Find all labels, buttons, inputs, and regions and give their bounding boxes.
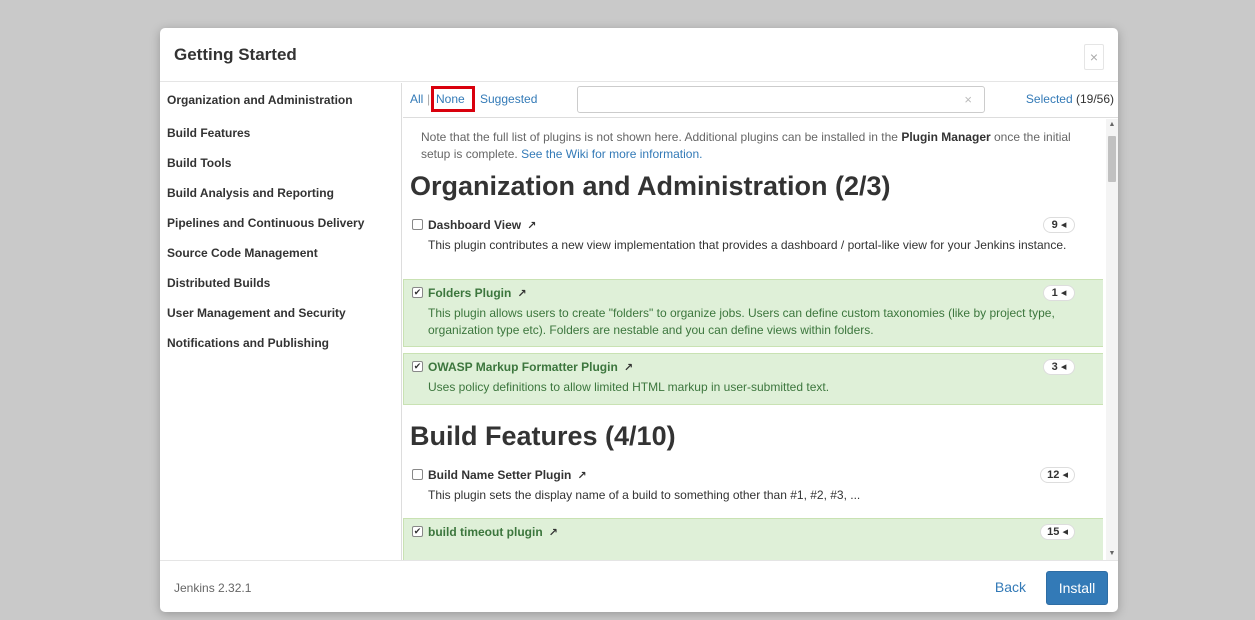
external-link-icon[interactable]: ↗: [577, 470, 586, 482]
plugin-checkbox[interactable]: [412, 219, 423, 230]
plugin-checkbox[interactable]: ✔: [412, 287, 423, 298]
dependency-badge[interactable]: 15 ◂: [1040, 524, 1075, 540]
dependency-badge[interactable]: 3 ◂: [1043, 359, 1075, 375]
filter-none-link[interactable]: None: [436, 92, 465, 106]
plugin-name[interactable]: Build Name Setter Plugin ↗: [428, 468, 587, 482]
plugin-note: Note that the full list of plugins is no…: [421, 129, 1091, 163]
filter-suggested-link[interactable]: Suggested: [480, 92, 537, 106]
external-link-icon[interactable]: ↗: [517, 288, 526, 300]
sidebar-item-distributed-builds[interactable]: Distributed Builds: [160, 268, 401, 298]
plugin-list-panel: All | None Suggested × Selected (19/56) …: [403, 83, 1118, 560]
external-link-icon[interactable]: ↗: [549, 527, 558, 539]
plugin-description: This plugin contributes a new view imple…: [428, 238, 1067, 252]
plugin-description: This plugin allows users to create "fold…: [428, 306, 1055, 337]
sidebar-item-source-code[interactable]: Source Code Management: [160, 238, 401, 268]
sidebar-item-build-tools[interactable]: Build Tools: [160, 148, 401, 178]
plugin-description: This plugin sets the display name of a b…: [428, 488, 861, 502]
scroll-down-icon[interactable]: ▼: [1106, 548, 1118, 560]
plugin-item: Build Name Setter Plugin ↗ 12 ◂ This plug…: [403, 461, 1103, 513]
jenkins-version: Jenkins 2.32.1: [174, 581, 252, 595]
section-title: Organization and Administration (2/3): [410, 171, 891, 201]
category-sidebar: Organization and Administration Build Fe…: [160, 83, 402, 560]
plugin-item: ✔ Folders Plugin ↗ 1 ◂ This plugin allows…: [403, 279, 1103, 347]
clear-search-icon[interactable]: ×: [964, 92, 972, 107]
plugin-checkbox[interactable]: [412, 469, 423, 480]
dependency-badge[interactable]: 1 ◂: [1043, 285, 1075, 301]
external-link-icon[interactable]: ↗: [527, 220, 536, 232]
dependency-badge[interactable]: 9 ◂: [1043, 217, 1075, 233]
sidebar-item-notifications[interactable]: Notifications and Publishing: [160, 328, 401, 358]
wiki-link[interactable]: See the Wiki for more information.: [521, 147, 702, 161]
sidebar-item-build-features[interactable]: Build Features: [160, 118, 401, 148]
note-text-1: Note that the full list of plugins is no…: [421, 130, 902, 144]
selected-count: Selected (19/56): [1026, 92, 1114, 106]
plugin-description: Uses policy definitions to allow limited…: [428, 380, 830, 394]
sidebar-item-user-management[interactable]: User Management and Security: [160, 298, 401, 328]
filter-all-link[interactable]: All: [410, 92, 423, 106]
plugin-name[interactable]: build timeout plugin ↗: [428, 525, 558, 539]
install-button[interactable]: Install: [1046, 571, 1108, 605]
plugin-checkbox[interactable]: ✔: [412, 526, 423, 537]
sidebar-item-pipelines[interactable]: Pipelines and Continuous Delivery: [160, 208, 401, 238]
section-title: Build Features (4/10): [410, 421, 676, 451]
dialog-title: Getting Started: [174, 45, 297, 64]
back-button[interactable]: Back: [995, 579, 1026, 595]
close-icon[interactable]: ×: [1084, 44, 1104, 70]
scroll-thumb[interactable]: [1108, 136, 1116, 182]
dependency-badge[interactable]: 12 ◂: [1040, 467, 1075, 483]
plugin-item: ✔ build timeout plugin ↗ 15 ◂: [403, 518, 1103, 560]
filter-separator: |: [427, 92, 431, 106]
plugin-name[interactable]: Folders Plugin ↗: [428, 286, 527, 300]
plugin-search-box: ×: [577, 86, 985, 113]
filter-toolbar: All | None Suggested × Selected (19/56): [403, 83, 1118, 118]
vertical-scrollbar[interactable]: ▲ ▼: [1106, 119, 1118, 560]
plugin-name[interactable]: OWASP Markup Formatter Plugin ↗: [428, 360, 633, 374]
getting-started-dialog: Getting Started × Organization and Admin…: [160, 28, 1118, 612]
selected-link[interactable]: Selected: [1026, 92, 1073, 106]
note-plugin-manager: Plugin Manager: [901, 130, 991, 144]
selected-count-value: (19/56): [1075, 92, 1114, 106]
plugin-item: ✔ OWASP Markup Formatter Plugin ↗ 3 ◂ Use…: [403, 353, 1103, 405]
dialog-header: Getting Started ×: [160, 28, 1118, 82]
plugin-item: Dashboard View ↗ 9 ◂ This plugin contribu…: [403, 211, 1103, 271]
scroll-up-icon[interactable]: ▲: [1106, 119, 1118, 131]
external-link-icon[interactable]: ↗: [624, 362, 633, 374]
sidebar-item-organization-administration[interactable]: Organization and Administration: [160, 83, 401, 118]
plugin-checkbox[interactable]: ✔: [412, 361, 423, 372]
plugin-search-input[interactable]: [578, 87, 948, 112]
plugin-name[interactable]: Dashboard View ↗: [428, 218, 536, 232]
sidebar-item-build-analysis[interactable]: Build Analysis and Reporting: [160, 178, 401, 208]
plugin-scroll-area[interactable]: Note that the full list of plugins is no…: [403, 119, 1103, 560]
dialog-footer: Jenkins 2.32.1 Back Install: [160, 560, 1118, 612]
